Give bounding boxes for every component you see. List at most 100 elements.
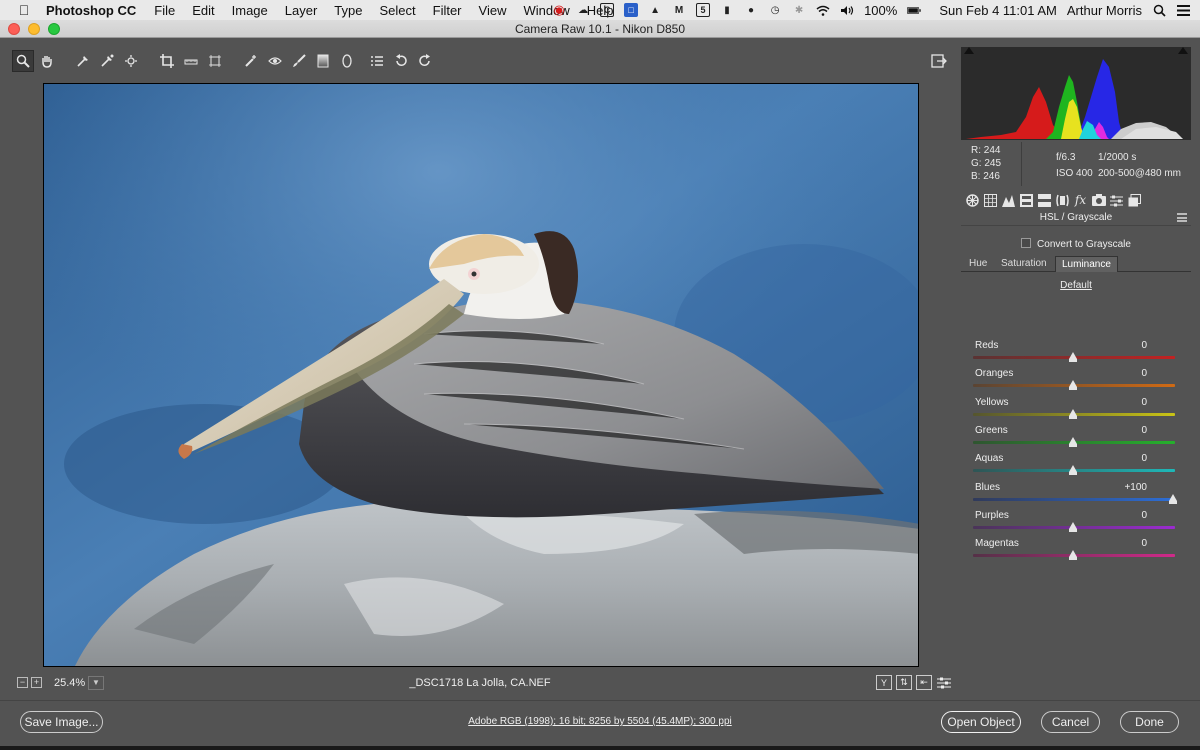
straighten-tool-icon[interactable] bbox=[180, 50, 202, 72]
adjustment-brush-icon[interactable] bbox=[288, 50, 310, 72]
search-icon[interactable] bbox=[1152, 3, 1166, 17]
toggle-settings-icon[interactable] bbox=[936, 675, 952, 690]
menu-layer[interactable]: Layer bbox=[285, 3, 318, 18]
slider-value[interactable]: 0 bbox=[1141, 510, 1147, 521]
spot-removal-tool-icon[interactable] bbox=[240, 50, 262, 72]
tray-clock-icon[interactable]: ◷ bbox=[768, 3, 782, 17]
swap-settings-icon[interactable]: ⇅ bbox=[896, 675, 912, 690]
slider-label: Purples bbox=[975, 509, 1009, 521]
tab-hue[interactable]: Hue bbox=[963, 256, 993, 272]
slider-value[interactable]: +100 bbox=[1124, 482, 1147, 493]
transform-tool-icon[interactable] bbox=[204, 50, 226, 72]
rotate-left-icon[interactable] bbox=[390, 50, 412, 72]
slider-thumb[interactable] bbox=[1069, 550, 1077, 561]
tray-bars-icon[interactable]: ▮ bbox=[720, 3, 734, 17]
detail-panel-icon[interactable] bbox=[1001, 193, 1016, 208]
slider-thumb[interactable] bbox=[1069, 352, 1077, 362]
apple-logo-icon[interactable]:  bbox=[16, 2, 32, 18]
menu-filter[interactable]: Filter bbox=[433, 3, 462, 18]
slider-thumb[interactable] bbox=[1069, 436, 1077, 447]
menu-select[interactable]: Select bbox=[379, 3, 415, 18]
slider-thumb[interactable] bbox=[1069, 521, 1077, 532]
slider-value[interactable]: 0 bbox=[1141, 397, 1147, 408]
notification-center-icon[interactable] bbox=[1176, 3, 1190, 17]
done-button[interactable]: Done bbox=[1120, 711, 1179, 733]
cancel-button[interactable]: Cancel bbox=[1041, 711, 1100, 733]
red-eye-tool-icon[interactable] bbox=[264, 50, 286, 72]
slider-value[interactable]: 0 bbox=[1141, 340, 1147, 351]
slider-track[interactable] bbox=[973, 497, 1175, 501]
slider-thumb[interactable] bbox=[1069, 408, 1077, 419]
tray-m-icon[interactable]: M bbox=[672, 3, 686, 17]
menu-type[interactable]: Type bbox=[334, 3, 362, 18]
menu-file[interactable]: File bbox=[154, 3, 175, 18]
status-tray: ◉ ☁ C □ ▲ M 5 ▮ ● ◷ ✱ 100% Sun Feb 4 11:… bbox=[552, 0, 1190, 20]
slider-value[interactable]: 0 bbox=[1141, 453, 1147, 464]
user-name[interactable]: Arthur Morris bbox=[1067, 3, 1142, 18]
before-after-view-button[interactable]: Y bbox=[876, 675, 892, 690]
lens-corrections-icon[interactable] bbox=[1055, 193, 1070, 208]
tone-curve-icon[interactable] bbox=[983, 193, 998, 208]
tray-binoculars-icon[interactable]: ● bbox=[744, 3, 758, 17]
menu-view[interactable]: View bbox=[479, 3, 507, 18]
export-icon[interactable] bbox=[928, 50, 950, 72]
slider-reds[interactable]: Reds 0 bbox=[973, 340, 1175, 366]
tray-shield-icon[interactable]: ▲ bbox=[648, 3, 662, 17]
image-preview[interactable] bbox=[43, 83, 919, 667]
slider-thumb[interactable] bbox=[1069, 465, 1077, 476]
panel-menu-icon[interactable] bbox=[1177, 213, 1187, 222]
highlight-clipping-warning-icon[interactable] bbox=[1178, 47, 1188, 54]
shadow-clipping-warning-icon[interactable] bbox=[964, 47, 974, 54]
slider-value[interactable]: 0 bbox=[1141, 425, 1147, 436]
copy-settings-icon[interactable]: ⇤ bbox=[916, 675, 932, 690]
split-toning-icon[interactable] bbox=[1037, 193, 1052, 208]
graduated-filter-icon[interactable] bbox=[312, 50, 334, 72]
hsl-panel-icon[interactable] bbox=[1019, 193, 1034, 208]
open-object-button[interactable]: Open Object bbox=[941, 711, 1021, 733]
camera-calibration-icon[interactable] bbox=[1091, 193, 1106, 208]
tray-sync-icon[interactable]: ☁ bbox=[576, 3, 590, 17]
slider-yellows[interactable]: Yellows 0 bbox=[973, 397, 1175, 423]
tray-c-icon[interactable]: C bbox=[600, 3, 615, 17]
tray-five-icon[interactable]: 5 bbox=[696, 3, 711, 17]
tab-saturation[interactable]: Saturation bbox=[995, 256, 1053, 272]
tray-doc-icon[interactable]: □ bbox=[624, 3, 639, 17]
slider-greens[interactable]: Greens 0 bbox=[973, 425, 1175, 451]
convert-grayscale-row[interactable]: Convert to Grayscale bbox=[961, 238, 1191, 250]
slider-magentas[interactable]: Magentas 0 bbox=[973, 538, 1175, 564]
clock-datetime[interactable]: Sun Feb 4 11:01 AM bbox=[939, 3, 1057, 18]
slider-blues[interactable]: Blues +100 bbox=[973, 482, 1177, 508]
zoom-tool-icon[interactable] bbox=[12, 50, 34, 72]
menu-image[interactable]: Image bbox=[232, 3, 268, 18]
tab-luminance[interactable]: Luminance bbox=[1055, 256, 1118, 272]
slider-value[interactable]: 0 bbox=[1141, 538, 1147, 549]
menu-edit[interactable]: Edit bbox=[192, 3, 214, 18]
slider-purples[interactable]: Purples 0 bbox=[973, 510, 1175, 536]
snapshots-icon[interactable] bbox=[1127, 193, 1142, 208]
slider-aquas[interactable]: Aquas 0 bbox=[973, 453, 1175, 479]
color-sampler-tool-icon[interactable] bbox=[96, 50, 118, 72]
radial-filter-icon[interactable] bbox=[336, 50, 358, 72]
battery-icon[interactable] bbox=[907, 3, 921, 17]
slider-oranges[interactable]: Oranges 0 bbox=[973, 368, 1175, 394]
menu-app-name[interactable]: Photoshop CC bbox=[46, 3, 136, 18]
convert-grayscale-checkbox[interactable] bbox=[1021, 238, 1032, 248]
window-title: Camera Raw 10.1 - Nikon D850 bbox=[514, 22, 686, 36]
tray-wifi-icon[interactable] bbox=[816, 3, 830, 17]
tray-app-icon[interactable]: ◉ bbox=[552, 2, 566, 17]
white-balance-tool-icon[interactable] bbox=[72, 50, 94, 72]
slider-thumb[interactable] bbox=[1169, 493, 1177, 504]
effects-icon[interactable]: fx bbox=[1073, 193, 1088, 208]
preferences-list-icon[interactable] bbox=[366, 50, 388, 72]
slider-thumb[interactable] bbox=[1069, 380, 1077, 391]
slider-value[interactable]: 0 bbox=[1141, 368, 1147, 379]
basic-panel-icon[interactable] bbox=[965, 193, 980, 208]
targeted-adjustment-tool-icon[interactable] bbox=[120, 50, 142, 72]
tray-volume-icon[interactable] bbox=[840, 3, 854, 17]
default-link[interactable]: Default bbox=[961, 280, 1191, 291]
tray-bluetooth-icon[interactable]: ✱ bbox=[792, 3, 806, 17]
rotate-right-icon[interactable] bbox=[414, 50, 436, 72]
hand-tool-icon[interactable] bbox=[36, 50, 58, 72]
crop-tool-icon[interactable] bbox=[156, 50, 178, 72]
presets-icon[interactable] bbox=[1109, 193, 1124, 208]
